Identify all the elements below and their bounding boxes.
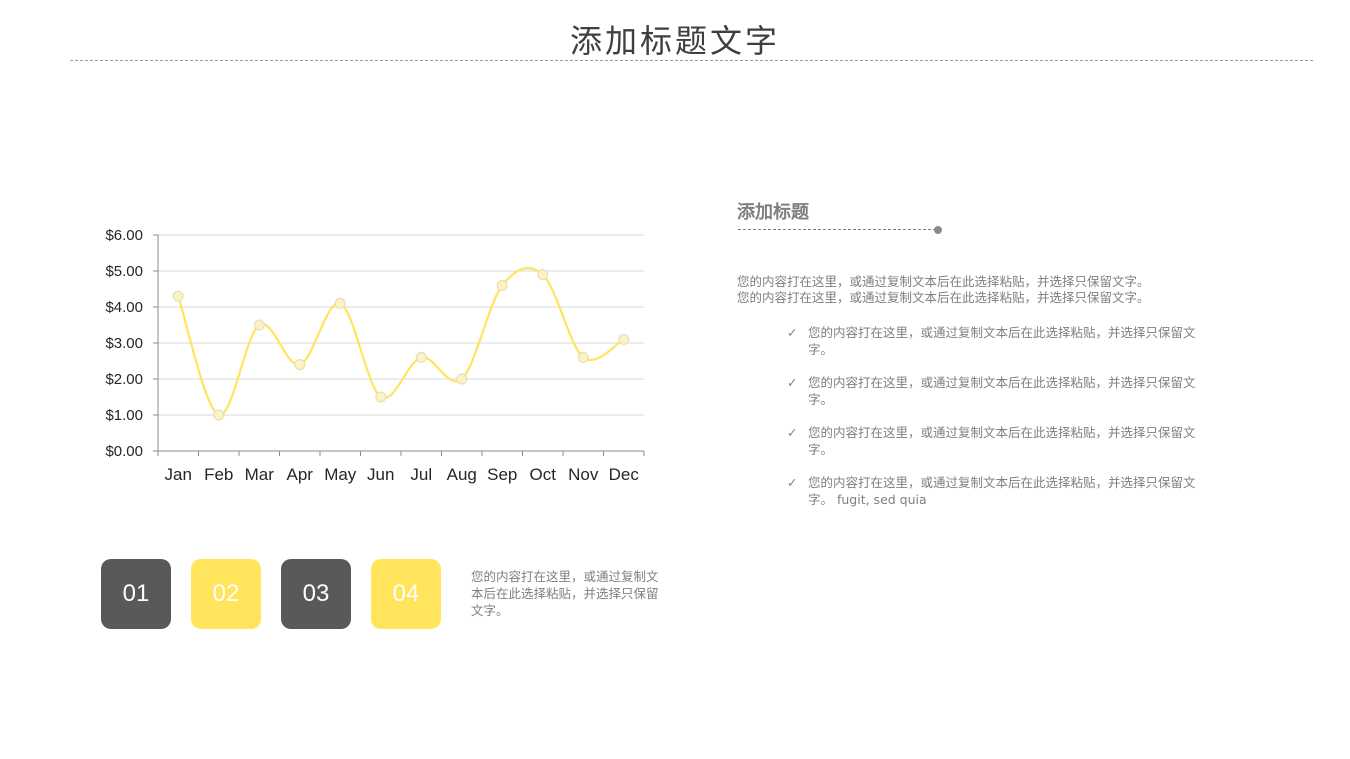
data-point [415,351,427,363]
x-tick-label: Jan [165,465,192,484]
badge-description: 您的内容打在这里，或通过复制文本后在此选择粘贴，并选择只保留文字。 [471,569,659,618]
check-icon: ✓ [787,425,798,440]
data-point [253,319,265,331]
check-icon: ✓ [787,375,798,390]
list-item-text: 您的内容打在这里，或通过复制文本后在此选择粘贴，并选择只保留文字。 [808,375,1196,407]
x-tick-label: Sep [487,465,517,484]
y-tick-label: $0.00 [105,443,143,460]
data-point [172,290,184,302]
data-point [618,333,630,345]
x-tick-label: May [324,465,357,484]
list-item: ✓ 您的内容打在这里，或通过复制文本后在此选择粘贴，并选择只保留文字。 [787,324,1197,358]
y-tick-label: $2.00 [105,371,143,388]
data-point [375,391,387,403]
badge-02: 02 [191,559,261,629]
x-tick-label: Oct [530,465,557,484]
badge-04: 04 [371,559,441,629]
list-item: ✓ 您的内容打在这里，或通过复制文本后在此选择粘贴，并选择只保留文字。 [787,424,1197,458]
x-tick-label: Nov [568,465,599,484]
data-point [496,279,508,291]
x-tick-label: Aug [447,465,477,484]
data-point [537,269,549,281]
x-tick-label: Mar [245,465,275,484]
section-intro: 您的内容打在这里，或通过复制文本后在此选择粘贴，并选择只保留文字。 您的内容打在… [737,274,1217,306]
section-divider [738,229,936,230]
list-item-text: 您的内容打在这里，或通过复制文本后在此选择粘贴，并选择只保留文字。 [808,325,1196,357]
x-tick-label: Apr [287,465,314,484]
y-tick-label: $1.00 [105,407,143,424]
check-icon: ✓ [787,475,798,490]
intro-line: 您的内容打在这里，或通过复制文本后在此选择粘贴，并选择只保留文字。 [737,274,1150,289]
section-title: 添加标题 [737,202,809,223]
data-point [334,297,346,309]
data-point [294,359,306,371]
y-tick-label: $4.00 [105,299,143,316]
data-point [213,409,225,421]
list-item-text: 您的内容打在这里，或通过复制文本后在此选择粘贴，并选择只保留文字。 fugit,… [808,475,1196,507]
list-item: ✓ 您的内容打在这里，或通过复制文本后在此选择粘贴，并选择只保留文字。 [787,374,1197,408]
list-item-text: 您的内容打在这里，或通过复制文本后在此选择粘贴，并选择只保留文字。 [808,425,1196,457]
badge-01: 01 [101,559,171,629]
badge-03: 03 [281,559,351,629]
y-tick-label: $6.00 [105,227,143,244]
y-tick-label: $5.00 [105,263,143,280]
y-tick-label: $3.00 [105,335,143,352]
x-tick-label: Jul [410,465,432,484]
check-icon: ✓ [787,325,798,340]
data-point [456,373,468,385]
x-tick-label: Dec [609,465,640,484]
series-line [177,267,625,417]
intro-line: 您的内容打在这里，或通过复制文本后在此选择粘贴，并选择只保留文字。 [737,290,1150,305]
x-tick-label: Feb [204,465,233,484]
bullet-list: ✓ 您的内容打在这里，或通过复制文本后在此选择粘贴，并选择只保留文字。 ✓ 您的… [787,324,1197,524]
x-tick-label: Jun [367,465,394,484]
divider-dot-icon [934,226,942,234]
data-point [577,351,589,363]
list-item: ✓ 您的内容打在这里，或通过复制文本后在此选择粘贴，并选择只保留文字。 fugi… [787,474,1197,508]
